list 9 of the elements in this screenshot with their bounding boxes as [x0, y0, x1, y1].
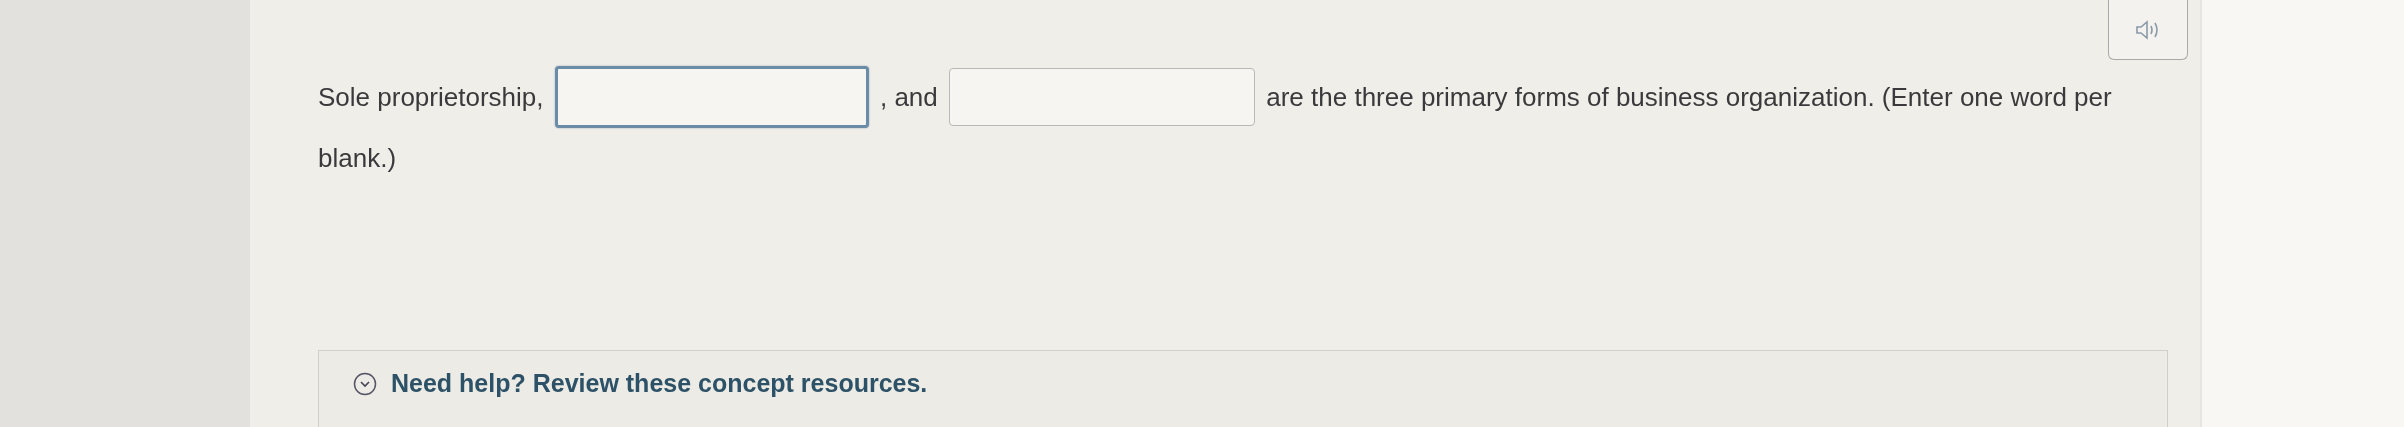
question-text: are the three primary forms of business organization. (Enter one word per	[1266, 82, 2112, 113]
question-text: Sole proprietorship,	[318, 82, 544, 113]
answer-box[interactable]	[949, 68, 1255, 127]
answer-box[interactable]	[554, 66, 869, 129]
help-link[interactable]: Need help? Review these concept resources.	[353, 369, 928, 398]
speaker-icon	[2135, 19, 2161, 40]
audio-button[interactable]	[2108, 0, 2188, 60]
question-text: blank.)	[318, 142, 397, 176]
question-text: , and	[879, 82, 938, 113]
